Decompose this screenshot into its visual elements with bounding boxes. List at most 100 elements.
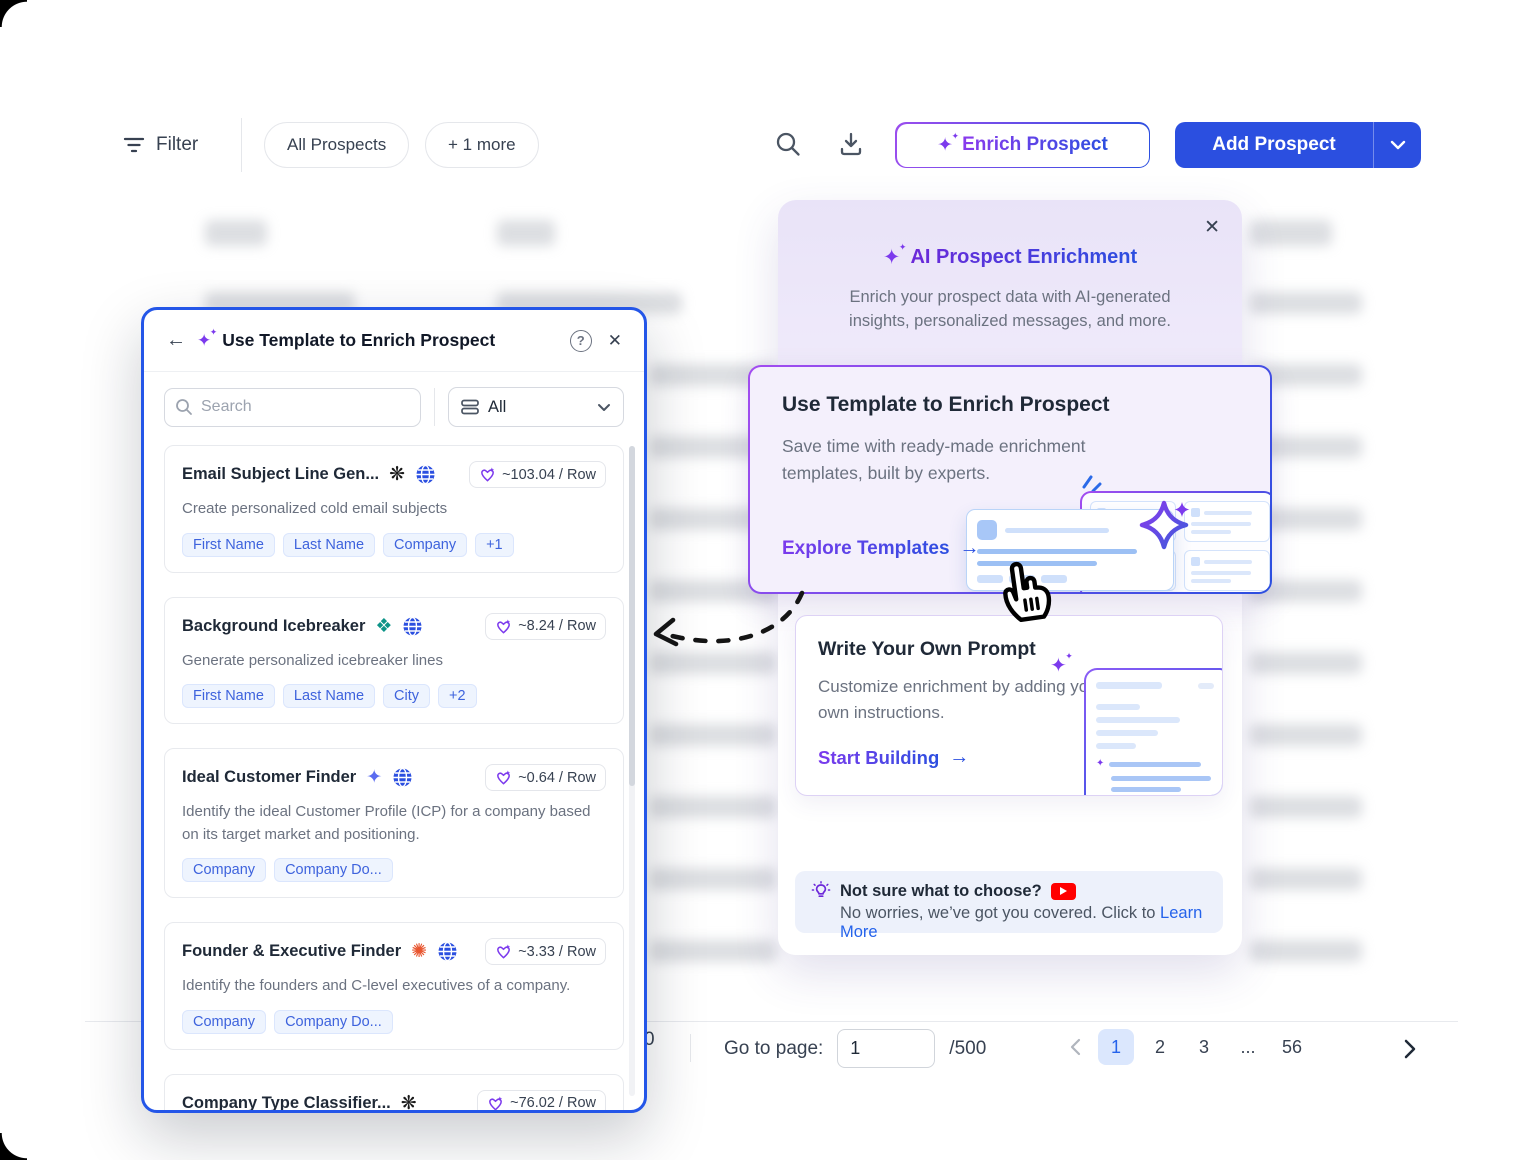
page-ellipsis: ... <box>1230 1029 1266 1065</box>
template-card[interactable]: Email Subject Line Gen... ❋ ~103.04 / Ro… <box>164 445 624 573</box>
page-number-56[interactable]: 56 <box>1274 1029 1310 1065</box>
template-card[interactable]: Background Icebreaker ❖ ~8.24 / Row Gene… <box>164 597 624 725</box>
modal-close-button[interactable]: ✕ <box>608 331 622 351</box>
template-search-input[interactable] <box>164 388 421 427</box>
blurred-cell <box>1250 868 1362 890</box>
help-button[interactable]: ? <box>570 330 592 352</box>
template-list: Email Subject Line Gen... ❋ ~103.04 / Ro… <box>144 439 644 1113</box>
provider-icon: ❖ <box>375 617 392 636</box>
page-number-2[interactable]: 2 <box>1142 1029 1178 1065</box>
sparkle-icon: ✦✦ <box>1050 656 1067 676</box>
download-button[interactable] <box>837 130 867 160</box>
corner-artifact <box>0 0 27 27</box>
template-card[interactable]: Ideal Customer Finder ✦ ~0.64 / Row Iden… <box>164 748 624 898</box>
gem-icon <box>495 618 512 635</box>
page-number-3[interactable]: 3 <box>1186 1029 1222 1065</box>
tag-pill: Company <box>182 1010 266 1034</box>
hand-cursor-icon <box>992 552 1059 627</box>
blurred-header <box>205 220 267 246</box>
template-tags: First Name Last Name Company +1 <box>182 533 606 557</box>
notice-title: Not sure what to choose? <box>840 882 1042 901</box>
tag-pill: Company <box>383 533 467 557</box>
app-canvas: Filter All Prospects + 1 more ✦✦ Enrich … <box>0 0 1540 1160</box>
cost-label: ~0.64 / Row <box>518 770 596 786</box>
chip-all-prospects[interactable]: All Prospects <box>264 122 409 168</box>
template-tags: CompanyCompany Do... <box>182 1010 606 1034</box>
add-prospect-button[interactable]: Add Prospect <box>1175 122 1421 168</box>
template-name: Founder & Executive Finder <box>182 942 401 961</box>
explore-templates-label: Explore Templates <box>782 538 950 560</box>
provider-icon: ✺ <box>411 942 427 961</box>
sparkle-icon: ✦✦ <box>937 136 953 155</box>
page-total: /500 <box>949 1038 986 1060</box>
tag-pill: Last Name <box>283 533 375 557</box>
chevron-right-icon <box>1403 1039 1416 1059</box>
tag-pill: Company <box>182 858 266 882</box>
web-icon <box>415 464 436 485</box>
rows-icon <box>461 399 479 415</box>
web-icon <box>392 767 413 788</box>
template-tags: First NameLast NameCity+2 <box>182 684 606 708</box>
enrich-prospect-button[interactable]: ✦✦ Enrich Prospect <box>895 122 1150 168</box>
help-notice: Not sure what to choose? No worries, we’… <box>795 871 1223 933</box>
template-name: Ideal Customer Finder <box>182 768 356 787</box>
panel-close-button[interactable]: ✕ <box>1204 216 1220 239</box>
blurred-cell <box>1250 652 1362 674</box>
sparkle-icon: ✦✦ <box>883 247 901 268</box>
scrollbar-thumb[interactable] <box>629 446 635 786</box>
add-prospect-dropdown[interactable] <box>1374 122 1421 168</box>
start-building-link[interactable]: Start Building → <box>818 746 969 769</box>
chip-more[interactable]: + 1 more <box>425 122 539 168</box>
explore-templates-link[interactable]: Explore Templates → <box>782 537 980 560</box>
web-icon <box>402 616 423 637</box>
template-card[interactable]: Founder & Executive Finder ✺ ~3.33 / Row… <box>164 922 624 1050</box>
scrollbar-track[interactable] <box>629 446 635 1096</box>
page-number-1[interactable]: 1 <box>1098 1029 1134 1065</box>
category-filter-select[interactable]: All <box>448 387 624 427</box>
page-next-button[interactable] <box>1392 1031 1426 1067</box>
hand-drawn-arrow <box>642 583 814 665</box>
search-icon <box>175 398 193 416</box>
modal-title: Use Template to Enrich Prospect <box>222 330 495 351</box>
provider-icon: ❋ <box>389 465 405 484</box>
write-prompt-card[interactable]: Write Your Own Prompt Customize enrichme… <box>795 615 1223 796</box>
cost-label: ~103.04 / Row <box>502 467 596 483</box>
prompt-illustration: ✦ <box>1084 668 1223 796</box>
tag-pill: +1 <box>475 533 514 557</box>
gem-icon <box>495 943 512 960</box>
youtube-icon[interactable] <box>1051 883 1076 900</box>
chip-label: All Prospects <box>287 135 386 155</box>
filter-label: Filter <box>156 134 198 156</box>
provider-icon: ❋ <box>401 1094 417 1113</box>
search-button[interactable] <box>774 130 804 160</box>
template-tags: CompanyCompany Do... <box>182 858 606 882</box>
tag-pill: Last Name <box>283 684 375 708</box>
tag-pill: First Name <box>182 533 275 557</box>
lightbulb-icon <box>811 881 831 901</box>
notice-body: No worries, we’ve got you covered. Click… <box>840 904 1160 922</box>
cost-badge: ~8.24 / Row <box>485 613 606 640</box>
template-card[interactable]: Company Type Classifier... ❋ ~76.02 / Ro… <box>164 1074 624 1114</box>
sparkle-icon: ✦✦ <box>197 332 211 349</box>
chevron-down-icon <box>597 403 611 412</box>
filter-control[interactable]: Filter <box>122 122 198 168</box>
cost-label: ~8.24 / Row <box>518 618 596 634</box>
arrow-right-icon: → <box>960 537 980 560</box>
cost-badge: ~0.64 / Row <box>485 764 606 791</box>
pagination-divider <box>690 1034 691 1062</box>
blurred-header <box>497 220 555 246</box>
gem-icon <box>487 1095 504 1112</box>
write-prompt-title: Write Your Own Prompt <box>818 638 1036 661</box>
toolbar-divider <box>241 118 242 172</box>
page-input[interactable] <box>837 1029 935 1068</box>
page-prev-button[interactable] <box>1060 1030 1090 1064</box>
cost-label: ~3.33 / Row <box>518 944 596 960</box>
enrich-label: Enrich Prospect <box>962 134 1108 156</box>
gem-icon <box>479 466 496 483</box>
blurred-cell <box>650 868 776 890</box>
back-button[interactable]: ← <box>166 329 186 352</box>
blurred-cell <box>1250 292 1362 314</box>
tag-pill: First Name <box>182 684 275 708</box>
gem-icon <box>495 769 512 786</box>
cost-label: ~76.02 / Row <box>510 1095 596 1111</box>
